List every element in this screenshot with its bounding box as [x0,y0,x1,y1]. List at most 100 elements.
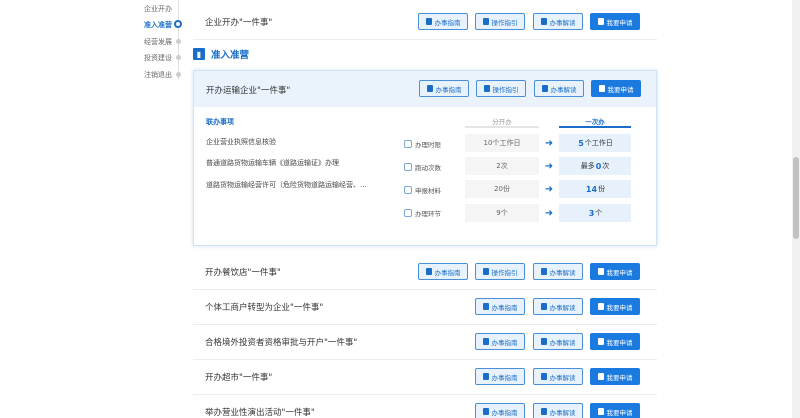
document-icon [425,18,432,25]
instruction-button[interactable]: 操作指引 [475,13,525,30]
explain-button[interactable]: 办事解读 [533,13,583,30]
matter-item: 普通道路货物运输车辆《道路运输证》办理 [206,159,339,167]
apply-button[interactable]: 我要申请 [590,403,640,418]
sidebar-item-development[interactable]: 经营发展 [144,37,172,47]
document-icon [482,268,489,275]
guide-button[interactable]: 办事指南 [475,298,525,315]
sidebar-item-investment[interactable]: 投资建设 [144,53,172,63]
materials-icon [404,186,412,194]
apply-button[interactable]: 我要申请 [590,13,640,30]
document-icon [482,408,489,415]
sidebar-item-access[interactable]: 准入准营 [144,20,172,30]
arrow-right-icon: ➜ [544,137,554,149]
metric-label: 办理时限 [404,139,441,149]
apply-icon [597,303,604,310]
section-icon: ▮ [193,48,205,60]
document-icon [540,338,547,345]
nav-dot-icon [176,39,181,44]
metric-label: 办理环节 [404,208,441,218]
new-value: 14 份 [559,180,631,198]
scrollbar-thumb[interactable] [793,157,799,239]
guide-button[interactable]: 办事指南 [418,13,468,30]
card-title: 开办运输企业"一件事" [206,86,291,96]
expanded-card: 开办运输企业"一件事" 办事指南 操作指引 办事解读 我要申请 联办事项 企业营… [193,70,657,246]
apply-button[interactable]: 我要申请 [590,368,640,385]
explain-button[interactable]: 办事解读 [533,403,583,418]
clock-icon [404,140,412,148]
document-icon [540,303,547,310]
new-value: 3个 [559,204,631,222]
item-title: 开办超市"一件事" [205,373,273,383]
explain-button[interactable]: 办事解读 [533,298,583,315]
document-icon [482,373,489,380]
apply-icon [598,85,605,92]
document-icon [540,373,547,380]
apply-icon [597,338,604,345]
item-title: 合格境外投资者资格审批与开户"一件事" [205,338,358,348]
steps-icon [404,209,412,217]
document-icon [540,18,547,25]
sidebar-item-company-setup[interactable]: 企业开办 [144,4,172,14]
apply-button[interactable]: 我要申请 [590,298,640,315]
apply-icon [597,268,604,275]
apply-icon [597,373,604,380]
document-icon [541,85,548,92]
arrow-right-icon: ➜ [544,207,554,219]
document-icon [482,18,489,25]
apply-button[interactable]: 我要申请 [590,333,640,350]
guide-button[interactable]: 办事指南 [419,80,469,97]
item-title: 举办营业性演出活动"一件事" [205,408,315,418]
list-item: 开办超市"一件事" 办事指南 办事解读 我要申请 [193,359,657,395]
nav-dot-icon [176,55,181,60]
instruction-button[interactable]: 操作指引 [476,80,526,97]
arrow-right-icon: ➜ [544,160,554,172]
scrollbar[interactable] [792,0,800,418]
guide-button[interactable]: 办事指南 [475,333,525,350]
guide-button[interactable]: 办事指南 [475,368,525,385]
document-icon [540,268,547,275]
document-icon [483,85,490,92]
instruction-button[interactable]: 操作指引 [475,263,525,280]
apply-button[interactable]: 我要申请 [591,80,641,97]
list-item: 个体工商户转型为企业"一件事" 办事指南 办事解读 我要申请 [193,289,657,325]
list-item: 举办营业性演出活动"一件事" 办事指南 办事解读 我要申请 [193,394,657,418]
item-title: 开办餐饮店"一件事" [205,268,281,278]
metric-label: 跑动次数 [404,162,441,172]
guide-button[interactable]: 办事指南 [418,263,468,280]
list-item: 企业开办"一件事" 办事指南 操作指引 办事解读 我要申请 [193,4,657,40]
column-once: 一次办 [559,116,631,128]
document-icon [426,85,433,92]
nav-dot-icon [176,72,181,77]
metric-label: 申报材料 [404,185,441,195]
item-title: 企业开办"一件事" [205,18,273,28]
new-value: 最多 0 次 [559,157,631,175]
item-title: 个体工商户转型为企业"一件事" [205,303,324,313]
document-icon [540,408,547,415]
list-item: 开办餐饮店"一件事" 办事指南 操作指引 办事解读 我要申请 [193,254,657,290]
document-icon [482,338,489,345]
apply-icon [597,18,604,25]
explain-button[interactable]: 办事解读 [533,368,583,385]
document-icon [425,268,432,275]
matter-item: 企业营业执照信息核验 [206,138,276,146]
explain-button[interactable]: 办事解读 [534,80,584,97]
explain-button[interactable]: 办事解读 [533,333,583,350]
matter-item: 道路货物运输经营许可（危险货物道路运输经营、... [206,181,367,189]
active-dot-icon [174,20,182,28]
sidebar-item-deregistration[interactable]: 注销退出 [144,70,172,80]
matters-heading: 联办事项 [206,118,234,126]
apply-icon [597,408,604,415]
card-header[interactable]: 开办运输企业"一件事" 办事指南 操作指引 办事解读 我要申请 [194,71,656,107]
list-item: 合格境外投资者资格审批与开户"一件事" 办事指南 办事解读 我要申请 [193,324,657,360]
guide-button[interactable]: 办事指南 [475,403,525,418]
trips-icon [404,163,412,171]
arrow-right-icon: ➜ [544,183,554,195]
section-title: 准入准营 [211,50,250,61]
section-header: ▮ 准入准营 [193,46,249,62]
apply-button[interactable]: 我要申请 [590,263,640,280]
old-value: 2次 [465,157,539,175]
old-value: 20份 [465,180,539,198]
old-value: 10个工作日 [465,134,539,152]
explain-button[interactable]: 办事解读 [533,263,583,280]
new-value: 5 个工作日 [559,134,631,152]
